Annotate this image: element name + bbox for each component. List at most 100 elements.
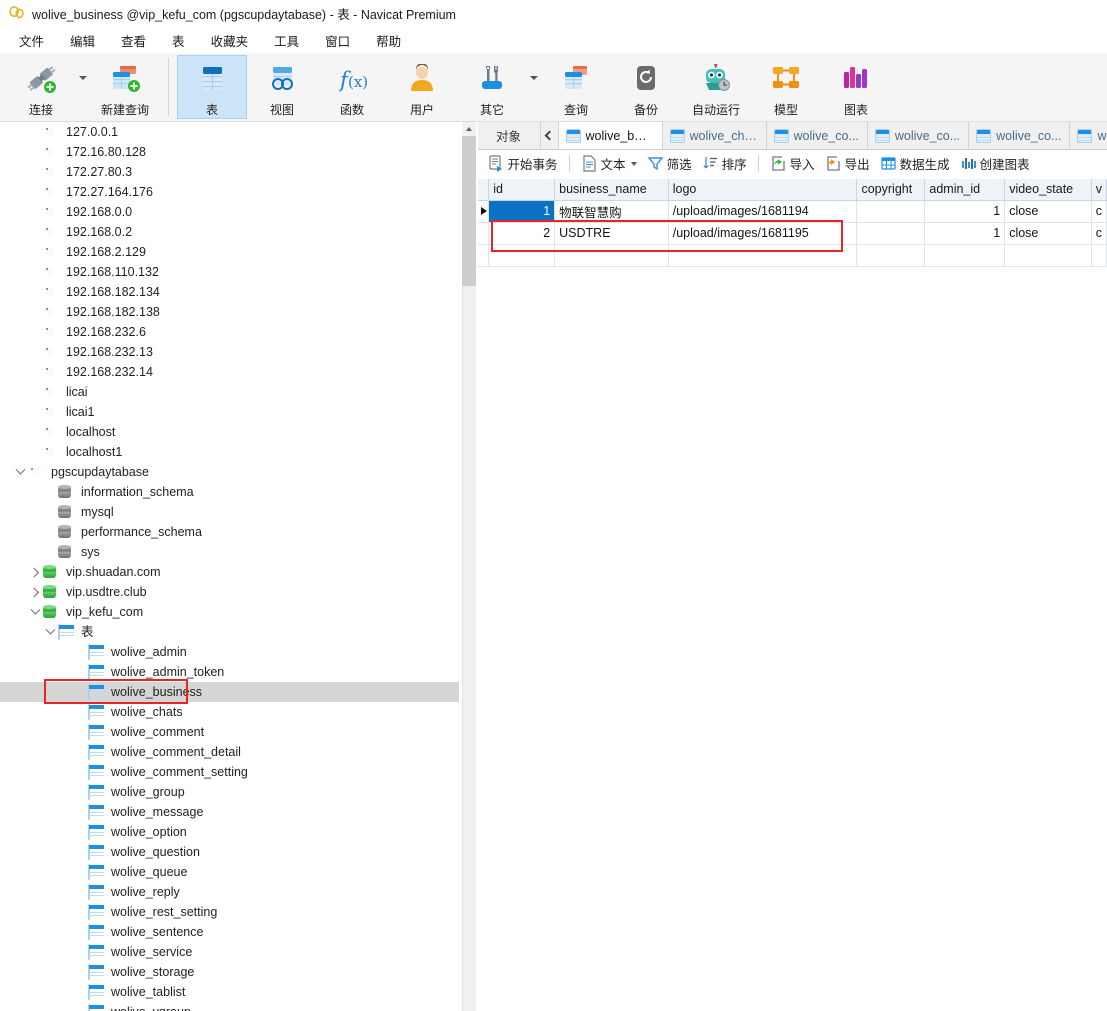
cell-video_state[interactable]: close <box>1004 200 1092 223</box>
tree-node-192.168.182.134[interactable]: 192.168.182.134 <box>0 282 459 302</box>
tree-node-127.0.0.1[interactable]: 127.0.0.1 <box>0 122 459 142</box>
ribbon-user-button[interactable]: 用户 <box>387 55 457 119</box>
tree-node-wolive_business[interactable]: wolive_business <box>0 682 459 702</box>
sort-button[interactable]: 排序 <box>697 153 752 175</box>
cell-v[interactable]: c <box>1091 222 1107 245</box>
tree-node-192.168.110.132[interactable]: 192.168.110.132 <box>0 262 459 282</box>
menu-file[interactable]: 文件 <box>6 28 57 53</box>
menu-table[interactable]: 表 <box>159 28 198 53</box>
records-table[interactable]: id business_name logo copyright admin_id vide… <box>477 179 1107 267</box>
tab-wolive-comment-3[interactable]: wolive_co... <box>968 122 1070 149</box>
tree-node-wolive_service[interactable]: wolive_service <box>0 942 459 962</box>
chevron-down-icon[interactable] <box>630 161 637 166</box>
tab-wolive-business[interactable]: wolive_bus... <box>557 122 662 149</box>
tree-node-wolive_question[interactable]: wolive_question <box>0 842 459 862</box>
tree-node-wolive_admin[interactable]: wolive_admin <box>0 642 459 662</box>
cell-business_name[interactable]: USDTRE <box>554 222 669 245</box>
ribbon-connection-dropdown[interactable] <box>76 55 90 119</box>
column-header-copyright[interactable]: copyright <box>856 179 926 201</box>
scrollbar-thumb[interactable] <box>461 136 476 286</box>
ribbon-connection-button[interactable]: 连接 <box>6 55 76 119</box>
cell-copyright[interactable] <box>856 222 926 245</box>
tree-node-sys[interactable]: sys <box>0 542 459 562</box>
cell-copyright[interactable] <box>856 200 926 223</box>
tree-node-192.168.0.0[interactable]: 192.168.0.0 <box>0 202 459 222</box>
tree-node-192.168.232.13[interactable]: 192.168.232.13 <box>0 342 459 362</box>
column-header-v[interactable]: v <box>1091 179 1107 201</box>
column-header-video_state[interactable]: video_state <box>1004 179 1092 201</box>
column-header-id[interactable]: id <box>488 179 556 201</box>
tree-node-wolive_group[interactable]: wolive_group <box>0 782 459 802</box>
tree-node-wolive_storage[interactable]: wolive_storage <box>0 962 459 982</box>
tree-node-wolive_sentence[interactable]: wolive_sentence <box>0 922 459 942</box>
grid-empty-row[interactable] <box>477 244 1107 267</box>
data-grid[interactable]: id business_name logo copyright admin_id vide… <box>477 179 1107 1011</box>
tree-node-localhost[interactable]: localhost <box>0 422 459 442</box>
tab-wolive-comment-2[interactable]: wolive_co... <box>866 122 969 149</box>
tree-node-192.168.2.129[interactable]: 192.168.2.129 <box>0 242 459 262</box>
ribbon-chart-button[interactable]: 图表 <box>821 55 891 119</box>
tree-node-192.168.0.2[interactable]: 192.168.0.2 <box>0 222 459 242</box>
tree-node-192.168.232.14[interactable]: 192.168.232.14 <box>0 362 459 382</box>
tree-scrollbar[interactable] <box>459 122 478 1011</box>
text-view-button[interactable]: 文本 <box>576 153 642 175</box>
chevron-down-icon[interactable] <box>12 464 28 476</box>
tree-node-wolive_queue[interactable]: wolive_queue <box>0 862 459 882</box>
ribbon-backup-button[interactable]: 备份 <box>611 55 681 119</box>
tree-node-wolive_comment_setting[interactable]: wolive_comment_setting <box>0 762 459 782</box>
tree-node-pgscupdaytabase[interactable]: pgscupdaytabase <box>0 462 459 482</box>
chevron-down-icon[interactable] <box>42 624 58 636</box>
menu-favorites[interactable]: 收藏夹 <box>198 28 262 53</box>
tree-node-mysql[interactable]: mysql <box>0 502 459 522</box>
create-chart-button[interactable]: 创建图表 <box>955 153 1035 175</box>
tree-node-wolive_option[interactable]: wolive_option <box>0 822 459 842</box>
tree-node-wolive_comment_detail[interactable]: wolive_comment_detail <box>0 742 459 762</box>
tree-node-vip.shuadan.com[interactable]: vip.shuadan.com <box>0 562 459 582</box>
cell-v[interactable]: c <box>1091 200 1107 223</box>
chevron-down-icon[interactable] <box>27 604 43 616</box>
menu-tools[interactable]: 工具 <box>261 28 312 53</box>
tree-node-wolive_reply[interactable]: wolive_reply <box>0 882 459 902</box>
cell-admin_id[interactable]: 1 <box>924 200 1006 223</box>
ribbon-view-button[interactable]: 视图 <box>247 55 317 119</box>
tree-node-wolive_rest_setting[interactable]: wolive_rest_setting <box>0 902 459 922</box>
column-header-logo[interactable]: logo <box>668 179 858 201</box>
filter-button[interactable]: 筛选 <box>642 153 697 175</box>
ribbon-model-button[interactable]: 模型 <box>751 55 821 119</box>
cell-logo[interactable]: /upload/images/1681194 <box>668 200 858 223</box>
tab-objects[interactable]: 对象 <box>477 122 540 149</box>
tree-node--[interactable]: 表 <box>0 622 459 642</box>
chevron-right-icon[interactable] <box>27 567 43 577</box>
ribbon-automation-button[interactable]: 自动运行 <box>681 55 751 119</box>
tree-node-information_schema[interactable]: information_schema <box>0 482 459 502</box>
tree-node-192.168.232.6[interactable]: 192.168.232.6 <box>0 322 459 342</box>
ribbon-query-button[interactable]: 查询 <box>541 55 611 119</box>
menu-help[interactable]: 帮助 <box>363 28 414 53</box>
cell-business_name[interactable]: 物联智慧购 <box>554 200 669 223</box>
connection-tree[interactable]: 127.0.0.1 172.16.80.128 172.27.80.3 172.27.… <box>0 122 459 1011</box>
tab-partial[interactable]: w <box>1069 122 1107 149</box>
table-row[interactable]: 2 USDTRE/upload/images/1681195 1 close c <box>477 222 1107 245</box>
cell-id[interactable]: 1 <box>488 200 556 223</box>
row-marker-cell[interactable] <box>477 200 490 223</box>
chevron-right-icon[interactable] <box>27 587 43 597</box>
cell-id[interactable]: 2 <box>488 222 556 245</box>
begin-transaction-button[interactable]: 开始事务 <box>483 153 563 175</box>
cell-admin_id[interactable]: 1 <box>924 222 1006 245</box>
cell-video_state[interactable]: close <box>1004 222 1092 245</box>
column-header-business_name[interactable]: business_name <box>554 179 669 201</box>
cell-logo[interactable]: /upload/images/1681195 <box>668 222 858 245</box>
ribbon-table-button[interactable]: 表 <box>177 55 247 119</box>
scroll-up-button[interactable] <box>461 122 476 136</box>
menu-window[interactable]: 窗口 <box>312 28 363 53</box>
tree-node-wolive_tablist[interactable]: wolive_tablist <box>0 982 459 1002</box>
column-header-admin_id[interactable]: admin_id <box>924 179 1006 201</box>
tree-node-172.27.164.176[interactable]: 172.27.164.176 <box>0 182 459 202</box>
import-button[interactable]: 导入 <box>765 153 820 175</box>
menu-view[interactable]: 查看 <box>108 28 159 53</box>
table-row[interactable]: 1 物联智慧购/upload/images/1681194 1 close c <box>477 200 1107 223</box>
tree-node-wolive_message[interactable]: wolive_message <box>0 802 459 822</box>
tree-node-192.168.182.138[interactable]: 192.168.182.138 <box>0 302 459 322</box>
ribbon-other-dropdown[interactable] <box>527 55 541 119</box>
tree-node-wolive_chats[interactable]: wolive_chats <box>0 702 459 722</box>
